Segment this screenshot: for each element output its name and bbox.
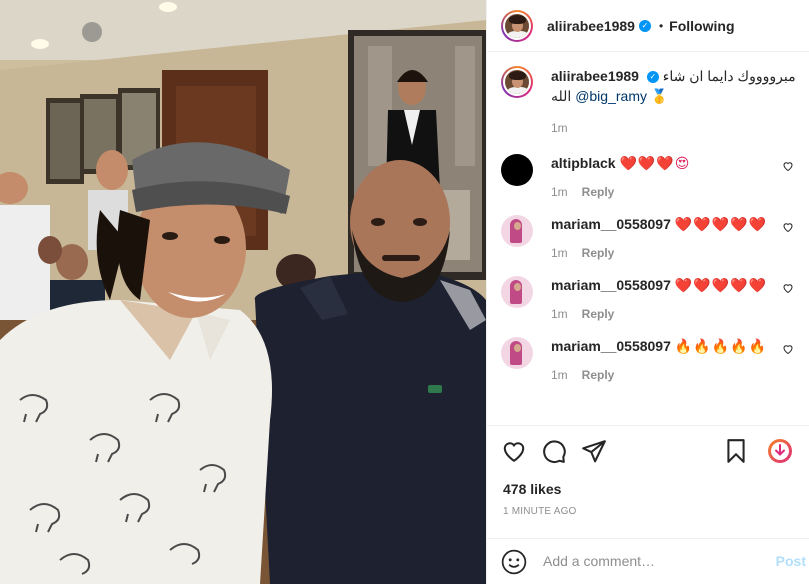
comment-time[interactable]: 1m (551, 307, 568, 321)
author-avatar[interactable] (501, 9, 533, 42)
commenter-avatar[interactable] (501, 215, 533, 247)
like-comment-heart-icon[interactable] (782, 343, 794, 355)
verified-badge-icon: ✓ (646, 71, 659, 84)
comment-item: mariam__0558097 🔥🔥🔥🔥🔥 1m Reply (501, 337, 796, 382)
add-comment-input[interactable]: Add a comment… (543, 553, 655, 569)
post-side-panel: aliirabee1989 ✓ • Following aliirabee198… (486, 0, 809, 584)
caption-author-avatar[interactable] (501, 66, 533, 98)
like-comment-heart-icon[interactable] (782, 282, 794, 294)
commenter-avatar[interactable] (501, 276, 533, 308)
reply-button[interactable]: Reply (582, 368, 615, 382)
medal-emoji: 🥇 (650, 88, 669, 104)
heart-icon[interactable] (501, 438, 527, 464)
comment-item: altipblack ❤️❤️❤️😍 1m Reply (501, 154, 796, 199)
caption-time[interactable]: 1m (551, 121, 568, 135)
emoji-picker-icon[interactable] (501, 549, 527, 575)
comment-text: ❤️❤️❤️❤️❤️ (674, 217, 767, 233)
add-comment-bar: Add a comment… Post (487, 538, 809, 584)
bookmark-icon[interactable] (723, 438, 749, 464)
caption-mention[interactable]: @big_ramy (575, 88, 647, 104)
post-timestamp: 1 MINUTE AGO (503, 506, 577, 517)
commenter-username[interactable]: mariam__0558097 (551, 277, 671, 293)
save-to-app-icon[interactable] (767, 438, 793, 464)
like-comment-heart-icon[interactable] (782, 160, 794, 172)
photo-illustration (0, 0, 486, 584)
post-comment-button[interactable]: Post (776, 553, 806, 569)
commenter-avatar[interactable] (501, 337, 533, 369)
comment-text: ❤️❤️❤️❤️❤️ (674, 278, 767, 294)
reply-button[interactable]: Reply (582, 307, 615, 321)
comment-item: mariam__0558097 ❤️❤️❤️❤️❤️ 1m Reply (501, 276, 796, 321)
post-header: aliirabee1989 ✓ • Following (487, 0, 809, 52)
post-actions: 478 likes 1 MINUTE AGO Add a comment… Po… (487, 425, 809, 584)
comment-time[interactable]: 1m (551, 246, 568, 260)
action-icons-bar (501, 434, 801, 468)
caption-username[interactable]: aliirabee1989 (551, 68, 639, 84)
commenter-avatar[interactable] (501, 154, 533, 186)
comment-time[interactable]: 1m (551, 185, 568, 199)
header-separator: • (658, 18, 664, 33)
comment-text: 🔥🔥🔥🔥🔥 (674, 339, 767, 355)
author-username[interactable]: aliirabee1989 (547, 18, 635, 34)
verified-badge-icon: ✓ (638, 19, 651, 32)
share-icon[interactable] (581, 438, 607, 464)
comment-item: mariam__0558097 ❤️❤️❤️❤️❤️ 1m Reply (501, 215, 796, 260)
following-button[interactable]: Following (669, 18, 734, 34)
comment-icon[interactable] (541, 438, 567, 464)
comment-text: ❤️❤️❤️😍 (619, 156, 691, 172)
post-caption: aliirabee1989 ✓ مبرووووك دايما ان شاء ال… (501, 52, 796, 138)
commenter-username[interactable]: altipblack (551, 155, 616, 171)
comment-time[interactable]: 1m (551, 368, 568, 382)
post-photo[interactable] (0, 0, 486, 584)
comments-section[interactable]: aliirabee1989 ✓ مبرووووك دايما ان شاء ال… (487, 52, 809, 425)
reply-button[interactable]: Reply (582, 185, 615, 199)
like-comment-heart-icon[interactable] (782, 221, 794, 233)
commenter-username[interactable]: mariam__0558097 (551, 338, 671, 354)
reply-button[interactable]: Reply (582, 246, 615, 260)
likes-count[interactable]: 478 likes (503, 481, 561, 497)
commenter-username[interactable]: mariam__0558097 (551, 216, 671, 232)
